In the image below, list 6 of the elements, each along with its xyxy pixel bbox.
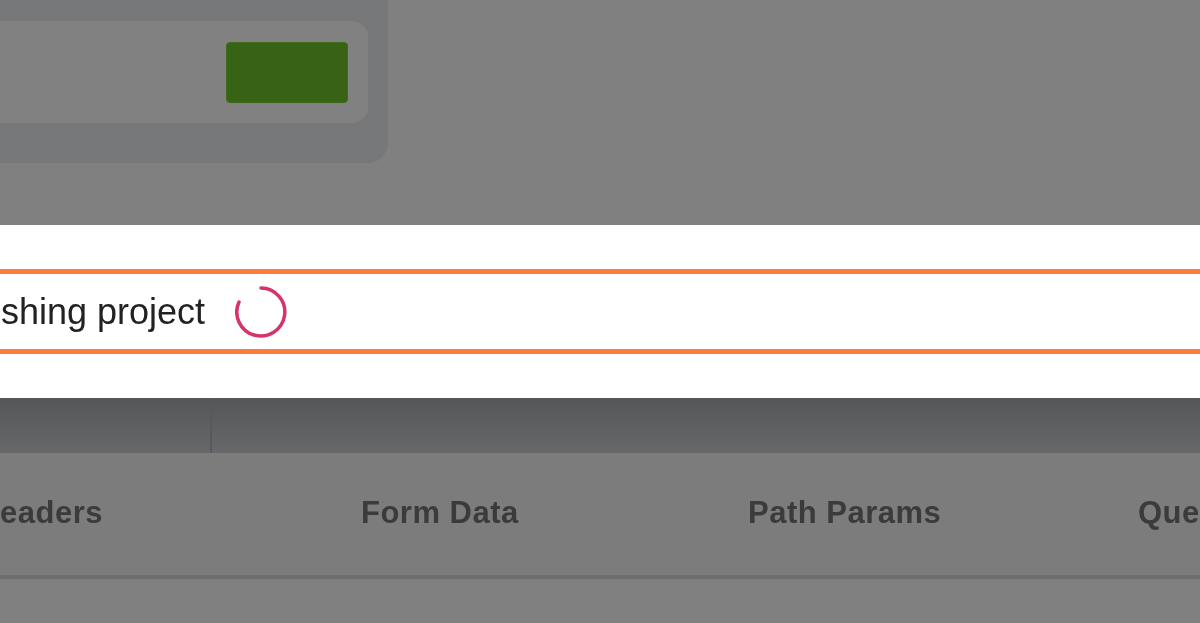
tab[interactable]: eaders [0, 494, 103, 534]
tab[interactable]: Form Data [361, 494, 519, 534]
toast-message: shing project [1, 290, 206, 333]
action-button[interactable] [226, 41, 348, 103]
tab[interactable]: Que [1138, 494, 1200, 534]
tab[interactable]: Path Params [748, 494, 942, 534]
